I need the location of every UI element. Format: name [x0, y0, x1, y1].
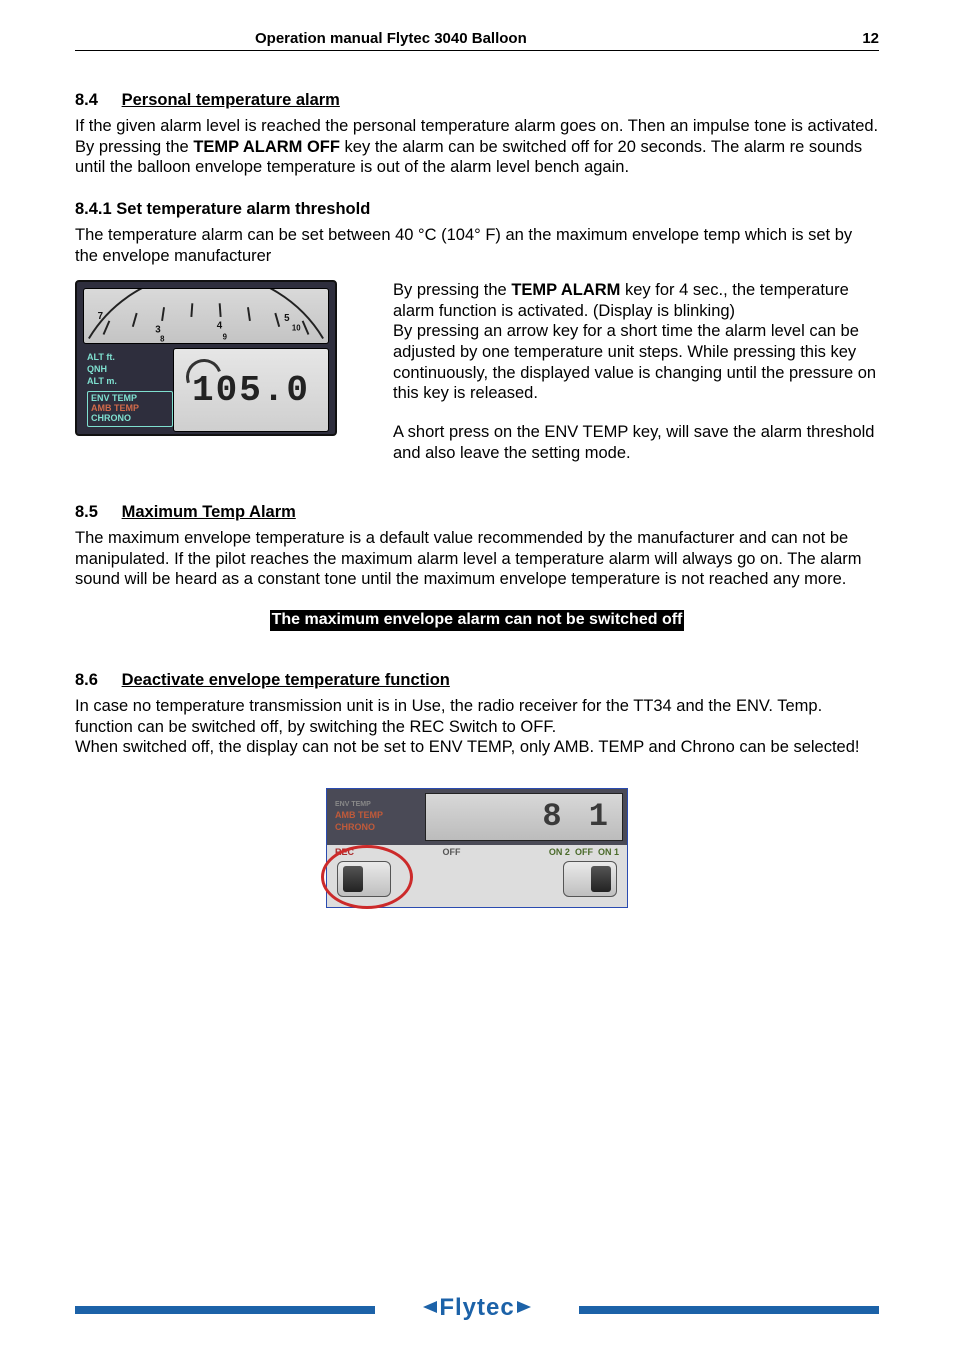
- device-b-value: 8 1: [542, 798, 612, 835]
- para-8-4: If the given alarm level is reached the …: [75, 116, 879, 178]
- device-a-illustration: 7 3 8 4 9 5 10 ALT ft. QNH: [75, 280, 337, 436]
- heading-8-4-title: Personal temperature alarm: [122, 91, 340, 109]
- para-8-4-1-r2: By pressing an arrow key for a short tim…: [393, 321, 879, 404]
- r1a: By pressing the: [393, 281, 511, 299]
- device-a-lcd: 105.0: [173, 348, 329, 432]
- heading-8-5-num: 8.5: [75, 503, 117, 522]
- heading-8-5-title: Maximum Temp Alarm: [122, 503, 296, 521]
- para-8-4-1: The temperature alarm can be set between…: [75, 225, 879, 266]
- label-alt-ft: ALT ft.: [87, 353, 173, 363]
- device-b-switches: [327, 857, 627, 907]
- heading-8-6-title: Deactivate envelope temperature function: [122, 671, 450, 689]
- gauge-9: 9: [223, 333, 228, 342]
- device-b-lcd: 8 1: [425, 793, 623, 841]
- label-on2: ON 2: [549, 847, 570, 857]
- label-b-env: ENV TEMP: [335, 801, 425, 808]
- heading-8-4-num: 8.4: [75, 91, 117, 110]
- device-b-switch-labels: REC OFF ON 2 OFF ON 1: [327, 845, 627, 857]
- label-b-amb: AMB TEMP: [335, 810, 425, 820]
- para-8-4-1-r1: By pressing the TEMP ALARM key for 4 sec…: [393, 280, 879, 321]
- footer-logo: Flytec: [75, 1294, 879, 1322]
- switch-mode: [563, 861, 617, 897]
- para-8-6-2: When switched off, the display can not b…: [75, 737, 879, 758]
- page-number: 12: [862, 30, 879, 47]
- footer: Flytec: [75, 1298, 879, 1320]
- gauge-8: 8: [160, 335, 165, 344]
- label-chrono: CHRONO: [91, 414, 169, 424]
- label-qnh: QNH: [87, 365, 173, 375]
- heading-8-6: 8.6 Deactivate envelope temperature func…: [75, 671, 879, 690]
- triangle-right-icon: [517, 1301, 531, 1313]
- heading-8-4-1: 8.4.1 Set temperature alarm threshold: [75, 200, 879, 219]
- highlight-max-alarm: The maximum envelope alarm can not be sw…: [270, 610, 685, 631]
- page-header: Operation manual Flytec 3040 Balloon 12: [75, 30, 879, 51]
- heading-8-6-num: 8.6: [75, 671, 117, 690]
- label-on1: ON 1: [598, 847, 619, 857]
- label-alt-m: ALT m.: [87, 377, 173, 387]
- heading-8-4: 8.4 Personal temperature alarm: [75, 91, 879, 110]
- device-a-gauge: 7 3 8 4 9 5 10: [83, 288, 329, 344]
- para-8-4-bold: TEMP ALARM OFF: [193, 138, 340, 156]
- header-title: Operation manual Flytec 3040 Balloon: [75, 30, 527, 47]
- label-b-chrono: CHRONO: [335, 822, 425, 832]
- device-b-illustration: ENV TEMP AMB TEMP CHRONO 8 1 REC OFF ON …: [326, 788, 628, 908]
- label-off-2: OFF: [575, 847, 593, 857]
- heading-8-5: 8.5 Maximum Temp Alarm: [75, 503, 879, 522]
- para-8-4-1-r3: A short press on the ENV TEMP key, will …: [393, 422, 879, 463]
- r1bold: TEMP ALARM: [511, 281, 620, 299]
- gauge-7: 7: [98, 311, 103, 322]
- label-off-1: OFF: [442, 847, 460, 857]
- gauge-4: 4: [217, 321, 223, 332]
- para-8-5: The maximum envelope temperature is a de…: [75, 528, 879, 590]
- switch-rec: [337, 861, 391, 897]
- device-a-labels: ALT ft. QNH ALT m. ENV TEMP AMB TEMP CHR…: [83, 348, 173, 432]
- para-8-6-1: In case no temperature transmission unit…: [75, 696, 879, 737]
- gauge-5: 5: [284, 313, 290, 324]
- triangle-left-icon: [423, 1301, 437, 1313]
- footer-brand: Flytec: [439, 1294, 514, 1321]
- device-b-labels: ENV TEMP AMB TEMP CHRONO: [327, 789, 425, 845]
- gauge-scale-icon: 7 3 8 4 9 5 10: [84, 289, 328, 343]
- gauge-10: 10: [292, 324, 301, 333]
- label-rec: REC: [335, 847, 354, 857]
